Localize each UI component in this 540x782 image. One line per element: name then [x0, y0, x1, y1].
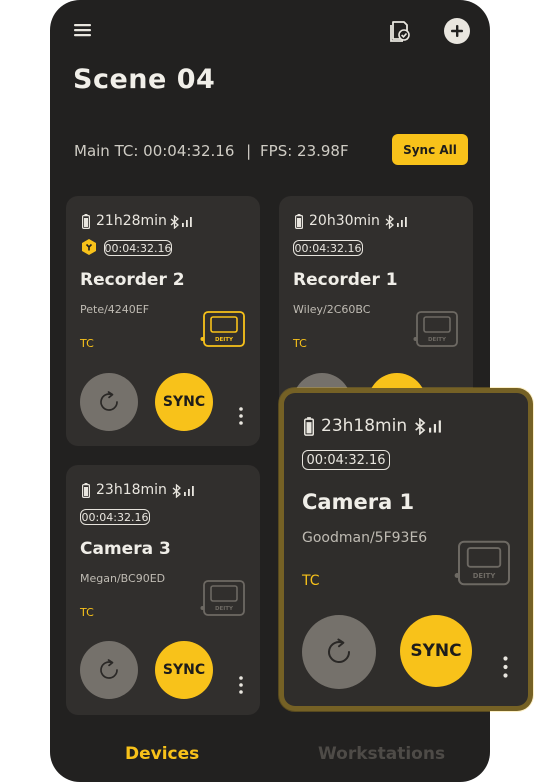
tc-label: TC — [293, 337, 307, 350]
main-timecode-status: Main TC: 00:04:32.16 | FPS: 23.98F — [74, 142, 349, 160]
device-name: Camera 3 — [80, 539, 171, 559]
device-id: Goodman/5F93E6 — [302, 530, 428, 546]
more-options-icon[interactable] — [503, 656, 508, 682]
fps-text: FPS: 23.98F — [260, 142, 349, 160]
refresh-icon — [100, 659, 118, 679]
device-card-recorder-2[interactable]: 21h28min 00:04:32.16 Recorder 2 Pete/424… — [66, 196, 260, 446]
sync-button[interactable]: SYNC — [155, 373, 213, 431]
resync-button[interactable] — [80, 373, 138, 431]
bluetooth-signal-icon — [170, 214, 194, 233]
battery-text: 20h30min — [309, 213, 380, 229]
refresh-icon — [100, 391, 118, 411]
resync-button[interactable] — [80, 641, 138, 699]
deity-device-icon: DEITY — [200, 578, 248, 622]
battery-icon — [82, 482, 90, 498]
device-id: Megan/BC90ED — [80, 572, 166, 585]
device-brand: DEITY — [215, 606, 234, 612]
sync-button[interactable]: SYNC — [400, 615, 472, 687]
battery-text: 23h18min — [96, 482, 167, 498]
status-separator: | — [246, 142, 252, 160]
battery-icon — [304, 416, 314, 436]
tc-label: TC — [80, 606, 94, 619]
battery-status: 21h28min — [82, 213, 167, 229]
battery-icon — [82, 213, 90, 229]
device-name: Recorder 2 — [80, 270, 185, 290]
device-card-camera-3[interactable]: 23h18min 00:04:32.16 Camera 3 Megan/BC90… — [66, 465, 260, 715]
page-title: Scene 04 — [73, 64, 216, 95]
refresh-icon — [328, 638, 350, 664]
timecode-badge: 00:04:32.16 — [104, 240, 172, 256]
more-options-icon[interactable] — [239, 676, 243, 698]
device-brand: DEITY — [215, 337, 234, 343]
device-name: Camera 1 — [302, 490, 415, 514]
more-options-icon[interactable] — [239, 407, 243, 429]
menu-icon[interactable] — [74, 22, 92, 42]
bluetooth-signal-icon — [172, 483, 196, 502]
deity-device-icon: DEITY — [454, 538, 514, 592]
device-id: Wiley/2C60BC — [293, 303, 371, 316]
timecode-badge: 00:04:32.16 — [80, 509, 150, 525]
battery-status: 20h30min — [295, 213, 380, 229]
deity-device-icon: DEITY — [200, 309, 248, 353]
main-tc-text: Main TC: 00:04:32.16 — [74, 142, 235, 160]
battery-text: 23h18min — [321, 416, 408, 436]
battery-status: 23h18min — [82, 482, 167, 498]
checklist-icon[interactable] — [389, 19, 411, 47]
bluetooth-signal-icon — [414, 417, 444, 439]
sync-button[interactable]: SYNC — [155, 641, 213, 699]
sync-all-button[interactable]: Sync All — [392, 134, 468, 165]
tc-label: TC — [302, 573, 320, 589]
device-brand: DEITY — [428, 337, 447, 343]
device-id: Pete/4240EF — [80, 303, 150, 316]
master-badge-icon — [82, 239, 96, 259]
device-name: Recorder 1 — [293, 270, 398, 290]
bluetooth-signal-icon — [385, 214, 409, 233]
add-button[interactable] — [443, 17, 471, 49]
tab-devices[interactable]: Devices — [125, 744, 199, 764]
tc-label: TC — [80, 337, 94, 350]
deity-device-icon: DEITY — [413, 309, 461, 353]
battery-icon — [295, 213, 303, 229]
device-brand: DEITY — [473, 572, 497, 580]
battery-text: 21h28min — [96, 213, 167, 229]
timecode-badge: 00:04:32.16 — [302, 450, 390, 470]
device-card-camera-1-dragging[interactable]: 23h18min 00:04:32.16 Camera 1 Goodman/5F… — [279, 388, 533, 711]
timecode-badge: 00:04:32.16 — [293, 240, 363, 256]
battery-status: 23h18min — [304, 416, 407, 436]
resync-button[interactable] — [302, 615, 376, 689]
tab-workstations[interactable]: Workstations — [318, 744, 445, 764]
